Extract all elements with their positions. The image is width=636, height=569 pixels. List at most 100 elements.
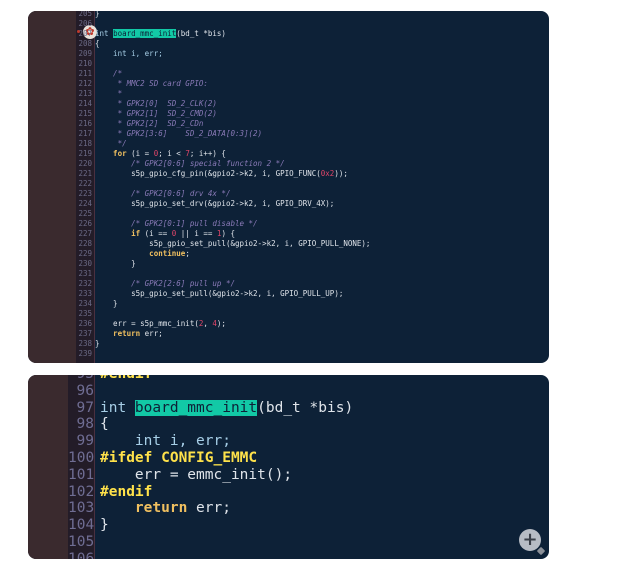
code-line[interactable]: 229 continue; (28, 249, 549, 259)
line-number: 237 (78, 329, 92, 338)
code-line[interactable]: 226 /* GPK2[0:1] pull disable */ (28, 219, 549, 229)
code-token: * GPK2[2] SD_2_CDn (95, 119, 204, 128)
code-token: (bd_t *bis) (257, 399, 354, 416)
code-token: int i, err; (100, 433, 231, 450)
code-block[interactable]: 205} 206 207 int board_mmc_init(bd_t *bis) 2… (28, 11, 549, 359)
code-token: (i == (140, 229, 172, 238)
code-line[interactable]: 219 for (i = 0; i < 7; i++) { (28, 149, 549, 159)
code-line[interactable]: 222 (28, 179, 549, 189)
code-line[interactable]: 206 (28, 19, 549, 29)
code-text: err = s5p_mmc_init(2, 4); (95, 319, 226, 329)
code-line[interactable]: 238} (28, 339, 549, 349)
code-token: * GPK2[3:6] SD_2_DATA[0:3](2) (95, 129, 263, 138)
line-number: 220 (78, 159, 92, 168)
code-line[interactable]: 209 int i, err; (28, 49, 549, 59)
code-line[interactable]: 97 int board_mmc_init(bd_t *bis) (28, 399, 549, 417)
code-line[interactable]: 233 s5p_gpio_set_pull(&gpio2->k2, i, GPI… (28, 289, 549, 299)
code-token: /* GPK2[0:6] special function 2 */ (95, 159, 285, 168)
code-line[interactable]: 235 (28, 309, 549, 319)
line-number: 213 (78, 89, 92, 98)
line-number: 103 (68, 500, 95, 517)
code-line[interactable]: 224 s5p_gpio_set_drv(&gpio2->k2, i, GPIO… (28, 199, 549, 209)
zoom-in-icon[interactable]: + (519, 529, 541, 551)
code-line[interactable]: 207 int board_mmc_init(bd_t *bis) (28, 29, 549, 39)
code-line[interactable]: 223 /* GPK2[0:6] drv 4x */ (28, 189, 549, 199)
line-number: 105 (68, 533, 95, 550)
code-line[interactable]: 101 err = emmc_init(); (28, 467, 549, 484)
code-token: int (95, 29, 114, 38)
code-line[interactable]: 230 } (28, 259, 549, 269)
code-line[interactable]: 102 #endif (28, 484, 549, 501)
line-number: 229 (78, 249, 92, 258)
code-line[interactable]: 106 (28, 551, 549, 559)
line-number: 211 (78, 69, 92, 78)
code-line[interactable]: 99 int i, err; (28, 433, 549, 450)
code-text: /* (95, 69, 122, 79)
code-line[interactable]: 236 err = s5p_mmc_init(2, 4); (28, 319, 549, 329)
code-line[interactable]: 98 { (28, 416, 549, 433)
line-number: 223 (78, 189, 92, 198)
code-token: continue (95, 249, 186, 258)
line-number: 228 (78, 239, 92, 248)
code-line[interactable]: 217 * GPK2[3:6] SD_2_DATA[0:3](2) (28, 129, 549, 139)
code-line[interactable]: 227 if (i == 0 || i == 1) { (28, 229, 549, 239)
code-line[interactable]: 100 #ifdef CONFIG_EMMC (28, 450, 549, 467)
line-number: 207 (78, 29, 92, 38)
code-line[interactable]: 218 */ (28, 139, 549, 149)
code-text: * GPK2[3:6] SD_2_DATA[0:3](2) (95, 129, 263, 139)
code-line[interactable]: 210 (28, 59, 549, 69)
code-line[interactable]: 221 s5p_gpio_cfg_pin(&gpio2->k2, i, GPIO… (28, 169, 549, 179)
code-token: } (95, 259, 136, 268)
code-text: /* GPK2[0:6] special function 2 */ (95, 159, 285, 169)
code-text: /* GPK2[2:6] pull up */ (95, 279, 235, 289)
code-line[interactable]: 215 * GPK2[1] SD_2_CMD(2) (28, 109, 549, 119)
code-text: } (95, 11, 100, 19)
code-token: } (95, 339, 100, 348)
code-line[interactable]: 103 return err; (28, 500, 549, 517)
code-line[interactable]: 212 * MMC2 SD card GPIO: (28, 79, 549, 89)
line-number: 98 (76, 416, 94, 433)
code-line[interactable]: 211 /* (28, 69, 549, 79)
code-token: ; i++) { (189, 149, 226, 158)
code-line[interactable]: 104} (28, 517, 549, 534)
line-number: 205 (78, 11, 92, 18)
line-number: 99 (76, 433, 94, 450)
code-token: return (95, 329, 141, 338)
code-text: int i, err; (100, 433, 231, 450)
code-token: { (100, 416, 109, 433)
code-token: ) { (221, 229, 235, 238)
line-number: 210 (78, 59, 92, 68)
line-number: 239 (78, 349, 92, 358)
search-highlight: board_mmc_init (113, 29, 177, 38)
code-line[interactable]: 213 * (28, 89, 549, 99)
code-text: if (i == 0 || i == 1) { (95, 229, 235, 239)
code-line[interactable]: 232 /* GPK2[2:6] pull up */ (28, 279, 549, 289)
code-line[interactable]: 95 #endif (28, 375, 549, 383)
line-number: 208 (78, 39, 92, 48)
code-line[interactable]: 214 * GPK2[0] SD_2_CLK(2) (28, 99, 549, 109)
code-line[interactable]: 205} (28, 11, 549, 19)
code-line[interactable]: 105 (28, 534, 549, 551)
code-line[interactable]: 237 return err; (28, 329, 549, 339)
code-text: s5p_gpio_set_drv(&gpio2->k2, i, GPIO_DRV… (95, 199, 334, 209)
code-line[interactable]: 220 /* GPK2[0:6] special function 2 */ (28, 159, 549, 169)
code-panel-bottom: 95 #endif 9697 int board_mmc_init(bd_t *bis… (28, 375, 549, 559)
code-text: #endif (100, 375, 152, 383)
code-token: } (100, 517, 109, 534)
code-token: /* GPK2[0:1] pull disable */ (95, 219, 258, 228)
code-line[interactable]: 225 (28, 209, 549, 219)
code-block[interactable]: 95 #endif 9697 int board_mmc_init(bd_t *bis… (28, 375, 549, 559)
code-line[interactable]: 216 * GPK2[2] SD_2_CDn (28, 119, 549, 129)
code-line[interactable]: 96 (28, 383, 549, 400)
code-token: err; (140, 329, 163, 338)
line-number: 227 (78, 229, 92, 238)
code-line[interactable]: 239 (28, 349, 549, 359)
code-token: /* (95, 69, 123, 78)
code-panel-top: ✿ 205} 206 207 int board_mmc_init(bd_t *bis… (28, 11, 549, 363)
code-token: /* GPK2[2:6] pull up */ (95, 279, 235, 288)
code-line[interactable]: 208{ (28, 39, 549, 49)
code-line[interactable]: 234 } (28, 299, 549, 309)
code-line[interactable]: 228 s5p_gpio_set_pull(&gpio2->k2, i, GPI… (28, 239, 549, 249)
code-line[interactable]: 231 (28, 269, 549, 279)
code-token: * GPK2[1] SD_2_CMD(2) (95, 109, 217, 118)
